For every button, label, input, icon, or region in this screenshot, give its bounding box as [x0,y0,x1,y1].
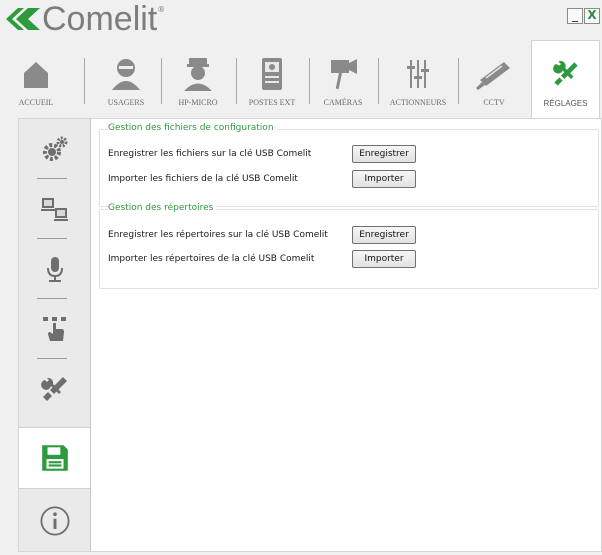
tab-cctv[interactable]: CCTV [462,50,526,118]
tab-actionneurs[interactable]: ACTIONNEURS [382,50,454,118]
user-icon [112,59,140,90]
brand-name: Comelit [42,0,158,38]
tab-label: POSTES EXT [248,98,296,107]
side-item-settings[interactable] [19,119,91,179]
directory-save-label: Enregistrer les répertoires sur la clé U… [108,230,328,240]
sliders-icon [407,60,429,88]
directory-save-button[interactable]: Enregistrer [352,226,416,244]
directory-import-row: Importer les répertoires de la clé USB C… [108,250,416,268]
directory-import-label: Importer les répertoires de la clé USB C… [108,254,315,264]
config-save-row: Enregistrer les fichiers sur la clé USB … [108,145,416,163]
save-floppy-icon [42,445,68,471]
camera-icon [331,59,357,90]
side-item-tools[interactable] [19,359,91,419]
settings-panel: Gestion des fichiers de configuration En… [90,118,602,552]
close-button[interactable]: X [584,8,600,24]
comelit-logo: Comelit ® [4,0,166,38]
tab-divider [458,58,459,104]
tab-label: RÉGLAGES [543,99,588,108]
hand-keypad-icon [43,317,66,341]
tab-divider [309,58,310,104]
tab-usagers[interactable]: USAGERS [96,50,156,118]
side-item-keypad[interactable] [19,299,91,359]
door-station-icon [262,58,282,90]
tab-divider [84,58,85,104]
side-item-network[interactable] [19,179,91,239]
tab-accueil[interactable]: ACCUEIL [0,50,72,118]
gears-icon [43,136,68,161]
info-icon [40,506,70,536]
side-item-info[interactable] [19,491,91,551]
tab-label: CCTV [483,98,505,107]
title-bar: Comelit ® _ X [0,0,602,40]
tools-icon [552,61,578,86]
config-save-button[interactable]: Enregistrer [352,145,416,163]
directories-group: Gestion des répertoires Enregistrer les … [99,203,599,289]
tab-divider [378,58,379,104]
tab-cameras[interactable]: CAMÉRAS [312,50,374,118]
tab-label: HP-MICRO [178,98,218,107]
tab-postes-ext[interactable]: POSTES EXT [240,50,304,118]
tab-divider [236,58,237,104]
directory-group-title: Gestion des répertoires [108,203,217,213]
config-import-button[interactable]: Importer [352,170,416,188]
minimize-button[interactable]: _ [567,8,583,24]
tab-label: ACCUEIL [18,98,54,107]
home-icon [24,62,48,88]
network-computers-icon [41,198,68,221]
tab-reglages[interactable]: RÉGLAGES [531,40,600,120]
microphone-icon [47,257,63,282]
tab-hp-micro[interactable]: HP-MICRO [166,50,230,118]
tab-label: CAMÉRAS [323,98,363,107]
config-group-title: Gestion des fichiers de configuration [108,123,277,133]
cctv-camera-icon [476,62,510,90]
tab-divider [161,58,162,104]
top-navigation: ACCUEIL USAGERS HP-MICRO POSTES EXT CAMÉ… [0,40,602,120]
directory-save-row: Enregistrer les répertoires sur la clé U… [108,226,416,244]
config-import-label: Importer les fichiers de la clé USB Come… [108,174,298,184]
registered-mark: ® [157,4,166,14]
config-import-row: Importer les fichiers de la clé USB Come… [108,170,416,188]
side-item-audio[interactable] [19,239,91,299]
config-save-label: Enregistrer les fichiers sur la clé USB … [108,149,312,159]
guard-icon [184,58,212,91]
tools-icon [41,377,67,401]
side-navigation [18,118,91,552]
directory-import-button[interactable]: Importer [352,250,416,268]
tab-label: ACTIONNEURS [389,98,447,107]
side-item-usb-save[interactable] [19,427,91,489]
config-files-group: Gestion des fichiers de configuration En… [99,123,599,207]
tab-label: USAGERS [107,98,145,107]
comelit-logo-mark-icon [6,8,40,30]
